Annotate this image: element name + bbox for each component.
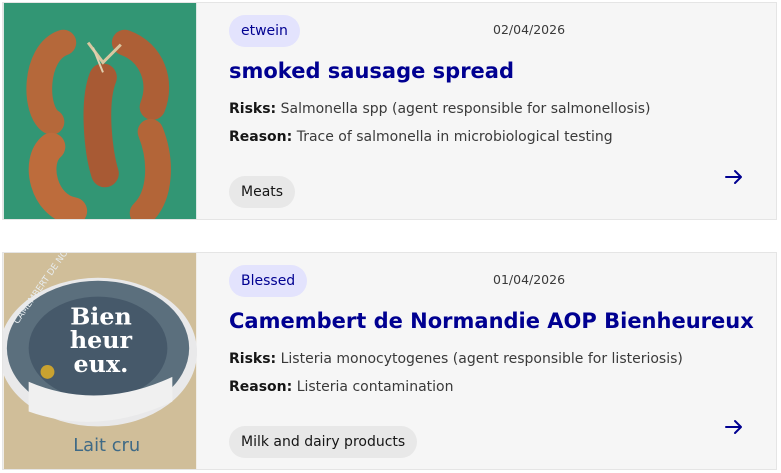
- recall-card[interactable]: etwein 02/04/2026 smoked sausage spread …: [2, 2, 777, 220]
- brand-badge: etwein: [229, 15, 300, 47]
- arrow-right-icon[interactable]: [724, 167, 744, 187]
- reason-text: Listeria contamination: [296, 379, 454, 395]
- risks-line: Risks: Listeria monocytogenes (agent res…: [229, 351, 683, 367]
- recall-date: 02/04/2026: [493, 22, 566, 37]
- reason-label: Reason:: [229, 129, 293, 145]
- risks-text: Listeria monocytogenes (agent responsibl…: [280, 351, 683, 367]
- risks-label: Risks:: [229, 351, 277, 367]
- risks-label: Risks:: [229, 101, 277, 117]
- arrow-right-icon[interactable]: [724, 417, 744, 437]
- reason-text: Trace of salmonella in microbiological t…: [296, 129, 613, 145]
- sausage-photo: [3, 3, 197, 219]
- category-tag: Meats: [229, 176, 296, 208]
- brand-text-3: eux.: [74, 350, 129, 378]
- product-image: [3, 3, 197, 219]
- product-title[interactable]: Camembert de Normandie AOP Bienheureux: [229, 309, 754, 333]
- bottom-text: Lait cru: [73, 435, 140, 456]
- reason-label: Reason:: [229, 379, 293, 395]
- recall-card[interactable]: Bien heur eux. CAMEMBERT DE NORMANDIE La…: [2, 252, 777, 470]
- product-image: Bien heur eux. CAMEMBERT DE NORMANDIE La…: [3, 253, 197, 469]
- category-tag: Milk and dairy products: [229, 426, 418, 458]
- risks-line: Risks: Salmonella spp (agent responsible…: [229, 101, 650, 117]
- cheese-box-photo: Bien heur eux. CAMEMBERT DE NORMANDIE La…: [3, 253, 197, 469]
- reason-line: Reason: Listeria contamination: [229, 379, 453, 395]
- risks-text: Salmonella spp (agent responsible for sa…: [280, 101, 651, 117]
- brand-badge: Blessed: [229, 265, 308, 297]
- reason-line: Reason: Trace of salmonella in microbiol…: [229, 129, 613, 145]
- recall-date: 01/04/2026: [493, 272, 566, 287]
- product-title[interactable]: smoked sausage spread: [229, 59, 514, 83]
